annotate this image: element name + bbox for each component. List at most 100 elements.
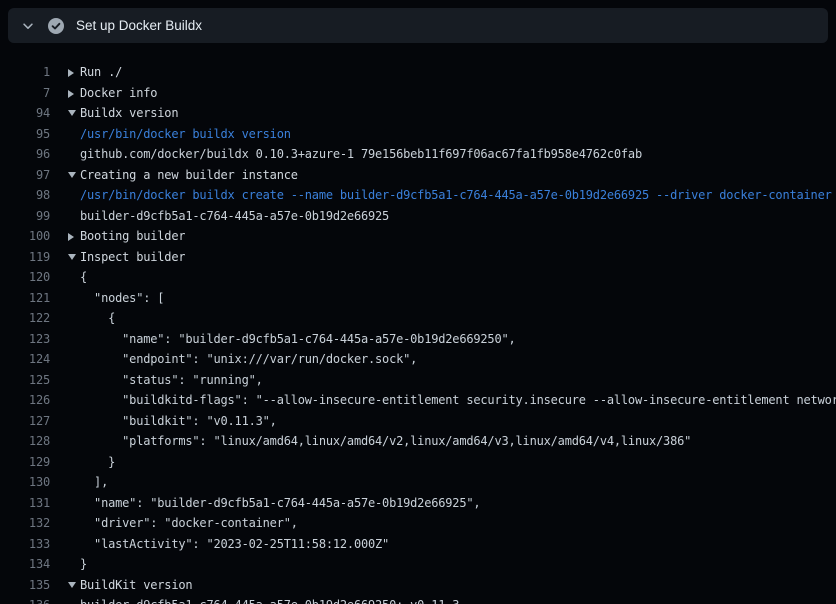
log-line-row: 98/usr/bin/docker buildx create --name b… [0,185,836,206]
chevron-down-icon[interactable] [68,165,80,186]
line-number[interactable]: 129 [0,452,50,473]
line-number[interactable]: 7 [0,83,50,104]
line-number[interactable]: 99 [0,206,50,227]
log-line-row: 125 "status": "running", [0,370,836,391]
log-group-row: 119 Inspect builder [0,247,836,268]
line-number[interactable]: 125 [0,370,50,391]
chevron-right-icon[interactable] [68,62,80,83]
line-number[interactable]: 120 [0,267,50,288]
log-line-text: "buildkit": "v0.11.3", [68,411,277,432]
log-line-row: 128 "platforms": "linux/amd64,linux/amd6… [0,431,836,452]
line-number[interactable]: 119 [0,247,50,268]
log-line-row: 129 } [0,452,836,473]
log-group-title[interactable]: Docker info [68,83,157,104]
log-line-row: 96 github.com/docker/buildx 0.10.3+azure-… [0,144,836,165]
line-number[interactable]: 124 [0,349,50,370]
log-line-text: "nodes": [ [68,288,164,309]
line-number[interactable]: 135 [0,575,50,596]
line-number[interactable]: 122 [0,308,50,329]
line-number[interactable]: 1 [0,62,50,83]
log-line-row: 124 "endpoint": "unix:///var/run/docker.… [0,349,836,370]
log-group-label: Docker info [80,86,157,100]
log-group-label: Inspect builder [80,250,185,264]
log-line-text: "platforms": "linux/amd64,linux/amd64/v2… [68,431,691,452]
step-title: Set up Docker Buildx [76,18,202,33]
log-line-text: } [68,452,115,473]
log-line-row: 133 "lastActivity": "2023-02-25T11:58:12… [0,534,836,555]
log-line-text: { [68,267,87,288]
chevron-right-icon[interactable] [68,83,80,104]
log-line-row: 134} [0,554,836,575]
log-group-title[interactable]: BuildKit version [68,575,192,596]
log-line-row: 123 "name": "builder-d9cfb5a1-c764-445a-… [0,329,836,350]
log-line-row: 95/usr/bin/docker buildx version [0,124,836,145]
log-group-title[interactable]: Creating a new builder instance [68,165,298,186]
log-line-text: ], [68,472,108,493]
log-group-label: Creating a new builder instance [80,168,298,182]
log-group-label: Buildx version [80,106,178,120]
chevron-down-icon[interactable] [20,18,36,34]
log-line-text: /usr/bin/docker buildx create --name bui… [68,185,832,206]
log-group-row: 135 BuildKit version [0,575,836,596]
log-line-text: "status": "running", [68,370,263,391]
log-group-label: Run ./ [80,65,122,79]
chevron-down-icon[interactable] [68,103,80,124]
log-line-text: "name": "builder-d9cfb5a1-c764-445a-a57e… [68,493,480,514]
line-number[interactable]: 98 [0,185,50,206]
log-line-row: 126 "buildkitd-flags": "--allow-insecure… [0,390,836,411]
log-line-row: 121 "nodes": [ [0,288,836,309]
line-number[interactable]: 130 [0,472,50,493]
chevron-down-icon[interactable] [68,247,80,268]
log-group-title[interactable]: Run ./ [68,62,122,83]
log-group-row: 1 Run ./ [0,62,836,83]
log-group-row: 94 Buildx version [0,103,836,124]
log-line-row: 127 "buildkit": "v0.11.3", [0,411,836,432]
step-header[interactable]: Set up Docker Buildx [8,8,828,43]
line-number[interactable]: 136 [0,595,50,604]
log-line-row: 130 ], [0,472,836,493]
line-number[interactable]: 96 [0,144,50,165]
log-group-title[interactable]: Buildx version [68,103,178,124]
log-line-text: "driver": "docker-container", [68,513,298,534]
log-line-row: 132 "driver": "docker-container", [0,513,836,534]
line-number[interactable]: 133 [0,534,50,555]
line-number[interactable]: 95 [0,124,50,145]
log-line-row: 131 "name": "builder-d9cfb5a1-c764-445a-… [0,493,836,514]
log-line-text: builder-d9cfb5a1-c764-445a-a57e-0b19d2e6… [68,595,459,604]
chevron-down-icon[interactable] [68,575,80,596]
line-number[interactable]: 97 [0,165,50,186]
log-view: 1 Run ./ 7 Docker info 94 Buildx version 95/us… [0,51,836,604]
line-number[interactable]: 132 [0,513,50,534]
log-line-text: "lastActivity": "2023-02-25T11:58:12.000… [68,534,389,555]
log-line-row: 99 builder-d9cfb5a1-c764-445a-a57e-0b19d2… [0,206,836,227]
line-number[interactable]: 121 [0,288,50,309]
line-number[interactable]: 127 [0,411,50,432]
check-circle-icon [48,18,64,34]
log-group-row: 97 Creating a new builder instance [0,165,836,186]
line-number[interactable]: 100 [0,226,50,247]
log-group-label: BuildKit version [80,578,192,592]
log-group-label: Booting builder [80,229,185,243]
log-line-text: "name": "builder-d9cfb5a1-c764-445a-a57e… [68,329,516,350]
log-line-text: } [68,554,87,575]
log-group-title[interactable]: Inspect builder [68,247,185,268]
log-group-row: 100 Booting builder [0,226,836,247]
log-line-text: "buildkitd-flags": "--allow-insecure-ent… [68,390,836,411]
log-group-title[interactable]: Booting builder [68,226,185,247]
log-line-row: 122 { [0,308,836,329]
log-line-text: /usr/bin/docker buildx version [68,124,291,145]
log-line-text: builder-d9cfb5a1-c764-445a-a57e-0b19d2e6… [68,206,389,227]
log-line-text: { [68,308,115,329]
log-line-text: github.com/docker/buildx 0.10.3+azure-1 … [68,144,642,165]
log-line-row: 120 { [0,267,836,288]
log-group-row: 7 Docker info [0,83,836,104]
line-number[interactable]: 123 [0,329,50,350]
log-line-row: 136 builder-d9cfb5a1-c764-445a-a57e-0b19d… [0,595,836,604]
line-number[interactable]: 134 [0,554,50,575]
chevron-right-icon[interactable] [68,226,80,247]
line-number[interactable]: 126 [0,390,50,411]
line-number[interactable]: 94 [0,103,50,124]
line-number[interactable]: 131 [0,493,50,514]
log-line-text: "endpoint": "unix:///var/run/docker.sock… [68,349,417,370]
line-number[interactable]: 128 [0,431,50,452]
